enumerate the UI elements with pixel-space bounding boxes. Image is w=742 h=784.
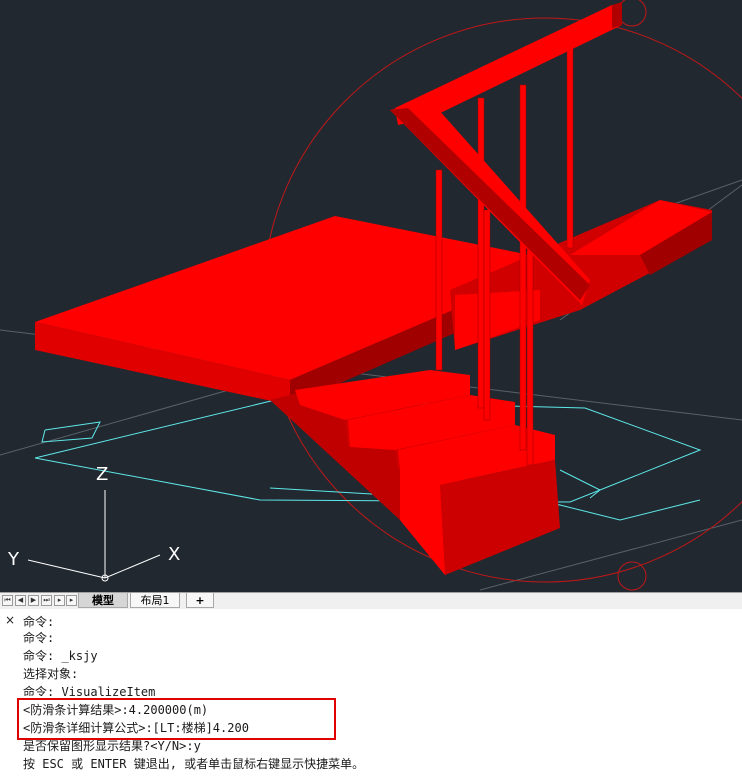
- hint-line: 按 ESC 或 ENTER 键退出, 或者单击鼠标右键显示快捷菜单。: [23, 757, 365, 771]
- highlight-box: [17, 698, 336, 740]
- first-icon[interactable]: ⏮: [2, 595, 13, 606]
- model-space-canvas[interactable]: Z X Y: [0, 0, 742, 592]
- next-icon[interactable]: ▶: [28, 595, 39, 606]
- end-nav-icon[interactable]: ▸: [66, 595, 77, 606]
- drawing-viewport[interactable]: Z X Y: [0, 0, 742, 592]
- prompt-line: 是否保留图形显示结果?<Y/N>:y: [23, 739, 201, 753]
- command-line-1: 命令:: [23, 615, 55, 629]
- axis-label-y: Y: [7, 549, 20, 570]
- command-line-4: 选择对象:: [23, 667, 79, 681]
- command-line-5: 命令: VisualizeItem: [23, 685, 156, 696]
- command-history[interactable]: × 命令: 命令: 命令: _ksjy 选择对象: 命令: VisualizeI…: [0, 609, 742, 784]
- command-line-3: 命令: _ksjy: [23, 649, 98, 663]
- add-layout-button[interactable]: +: [186, 593, 214, 608]
- ucs-icon: [27, 490, 161, 582]
- axis-label-x: X: [168, 544, 180, 565]
- grip-circle-bottom: [617, 561, 647, 591]
- prev-icon[interactable]: ◀: [15, 595, 26, 606]
- grip-circle-top: [617, 0, 647, 27]
- axis-label-z: Z: [96, 464, 108, 485]
- close-icon[interactable]: ×: [5, 613, 15, 627]
- tab-model[interactable]: 模型: [78, 593, 128, 608]
- command-line-2: 命令:: [23, 631, 55, 645]
- extra-nav-icon[interactable]: ▸: [54, 595, 65, 606]
- last-icon[interactable]: ⏭: [41, 595, 52, 606]
- tab-layout1[interactable]: 布局1: [130, 593, 180, 608]
- layout-tab-bar: ⏮ ◀ ▶ ⏭ ▸ ▸ 模型 布局1 +: [0, 592, 742, 610]
